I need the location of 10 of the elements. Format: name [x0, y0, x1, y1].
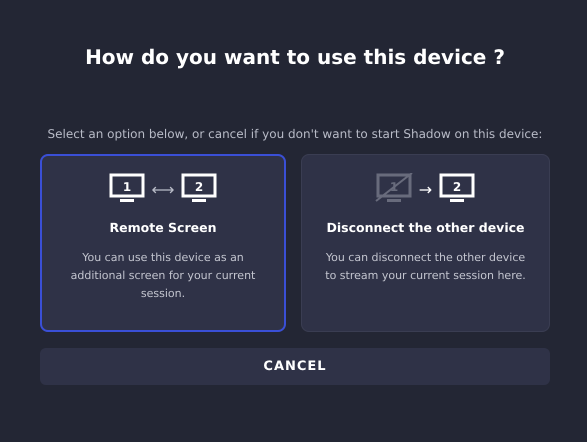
arrow-icon: →: [418, 180, 432, 198]
cancel-button[interactable]: CANCEL: [40, 348, 550, 385]
option-title: Remote Screen: [110, 220, 216, 235]
option-description: You can use this device as an additional screen for your current session.: [70, 250, 256, 302]
dialog-title: How do you want to use this device ?: [84, 44, 506, 71]
instructions: Select an option below, or cancel if you don't want to start Shadow on this device:: [46, 126, 544, 143]
option-card[interactable]: 1 ⟷ 2 Remote Screen You can use this device as an additional screen for your current session.: [40, 154, 286, 332]
option-description: You can disconnect the other device to stream your current session here.: [324, 250, 527, 284]
option-title: Disconnect the other device: [326, 220, 525, 235]
arrow-icon: ⟷: [152, 180, 174, 198]
